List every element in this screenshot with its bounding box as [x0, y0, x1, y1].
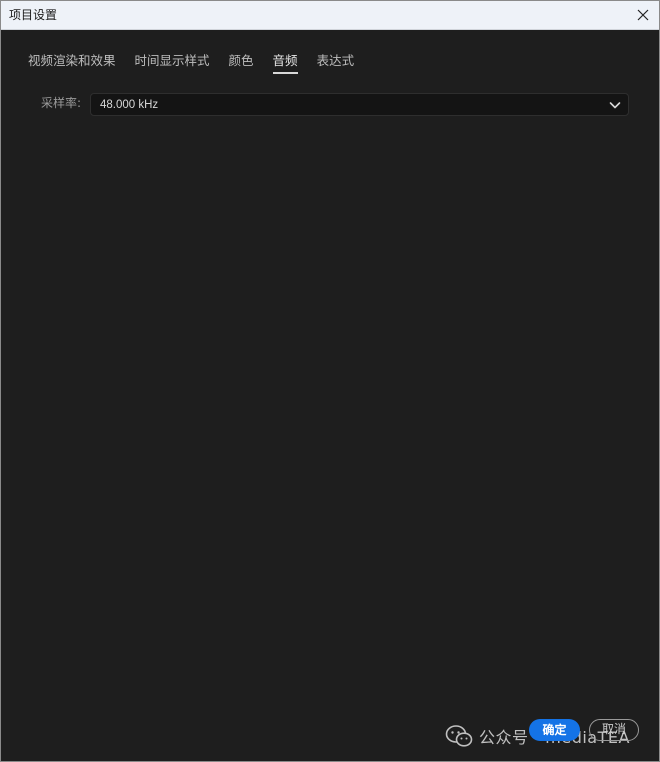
project-settings-dialog: 项目设置 视频渲染和效果 时间显示样式 颜色 音频 表达式 采样率: 48.00…: [0, 0, 660, 762]
tab-expressions[interactable]: 表达式: [317, 52, 355, 74]
tab-audio[interactable]: 音频: [272, 52, 298, 74]
dialog-title: 项目设置: [9, 8, 58, 22]
title-bar: 项目设置: [1, 1, 659, 30]
sample-rate-label: 采样率:: [41, 96, 82, 110]
chevron-down-icon: [609, 102, 621, 109]
close-button[interactable]: [631, 3, 655, 27]
wechat-icon: [445, 725, 473, 747]
tab-color[interactable]: 颜色: [229, 52, 254, 74]
tab-video-rendering-effects[interactable]: 视频渲染和效果: [28, 52, 116, 74]
ok-button[interactable]: 确定: [529, 719, 580, 741]
sample-rate-value: 48.000 kHz: [100, 99, 159, 111]
sample-rate-dropdown[interactable]: 48.000 kHz: [90, 93, 629, 116]
close-icon: [637, 9, 649, 21]
cancel-button[interactable]: 取消: [589, 719, 639, 741]
tab-time-display-style[interactable]: 时间显示样式: [135, 52, 210, 74]
settings-tabs: 视频渲染和效果 时间显示样式 颜色 音频 表达式: [28, 52, 373, 74]
